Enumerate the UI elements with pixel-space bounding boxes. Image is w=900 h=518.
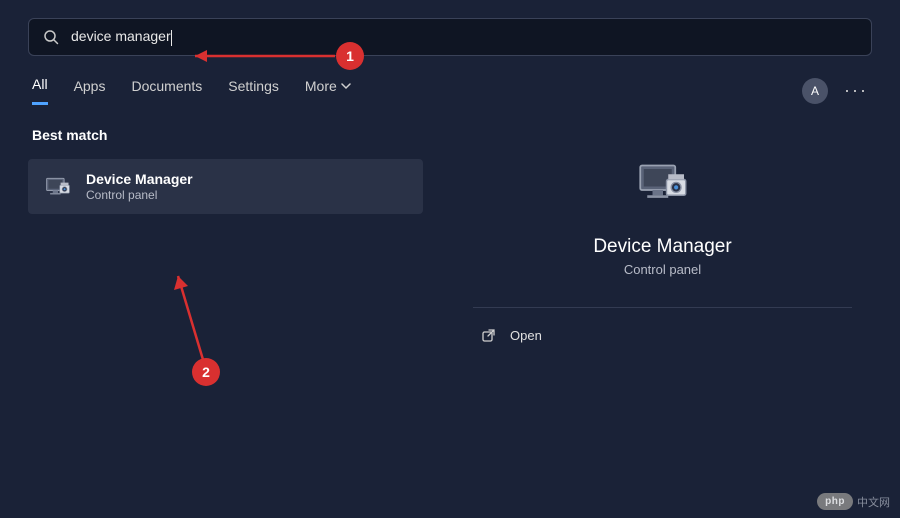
detail-subtitle: Control panel (453, 262, 872, 277)
search-icon (43, 29, 59, 45)
tab-documents[interactable]: Documents (131, 76, 202, 105)
tab-apps[interactable]: Apps (74, 76, 106, 105)
detail-panel: Device Manager Control panel Open (453, 127, 872, 363)
result-text: Device Manager Control panel (86, 171, 193, 202)
result-device-manager[interactable]: Device Manager Control panel (28, 159, 423, 214)
open-action[interactable]: Open (453, 308, 872, 363)
filter-tabs: All Apps Documents Settings More (32, 76, 802, 105)
detail-column: Device Manager Control panel Open (453, 127, 872, 363)
tab-all[interactable]: All (32, 76, 48, 105)
user-avatar[interactable]: A (802, 78, 828, 104)
device-manager-icon (635, 155, 691, 211)
watermark-text: 中文网 (857, 494, 890, 510)
search-input-value: device manager (71, 28, 171, 44)
watermark: php 中文网 (817, 493, 890, 510)
result-title: Device Manager (86, 171, 193, 187)
tab-settings[interactable]: Settings (228, 76, 279, 105)
annotation-arrow-1 (185, 48, 340, 64)
watermark-pill: php (817, 493, 853, 510)
chevron-down-icon (341, 81, 351, 91)
text-cursor (171, 30, 172, 46)
content-area: Best match Device Manager Control panel (0, 105, 900, 363)
search-bar[interactable]: device manager (28, 18, 872, 56)
results-column: Best match Device Manager Control panel (28, 127, 423, 363)
device-manager-icon (44, 173, 72, 201)
annotation-badge-1: 1 (336, 42, 364, 70)
best-match-label: Best match (28, 127, 423, 143)
tab-more[interactable]: More (305, 76, 351, 105)
detail-title: Device Manager (453, 236, 872, 258)
result-subtitle: Control panel (86, 188, 193, 202)
filter-tabs-row: All Apps Documents Settings More A ··· (0, 56, 900, 105)
open-external-icon (481, 328, 496, 343)
search-input[interactable]: device manager (71, 28, 857, 45)
annotation-badge-2: 2 (192, 358, 220, 386)
open-label: Open (510, 328, 542, 343)
overflow-menu-button[interactable]: ··· (844, 80, 868, 101)
